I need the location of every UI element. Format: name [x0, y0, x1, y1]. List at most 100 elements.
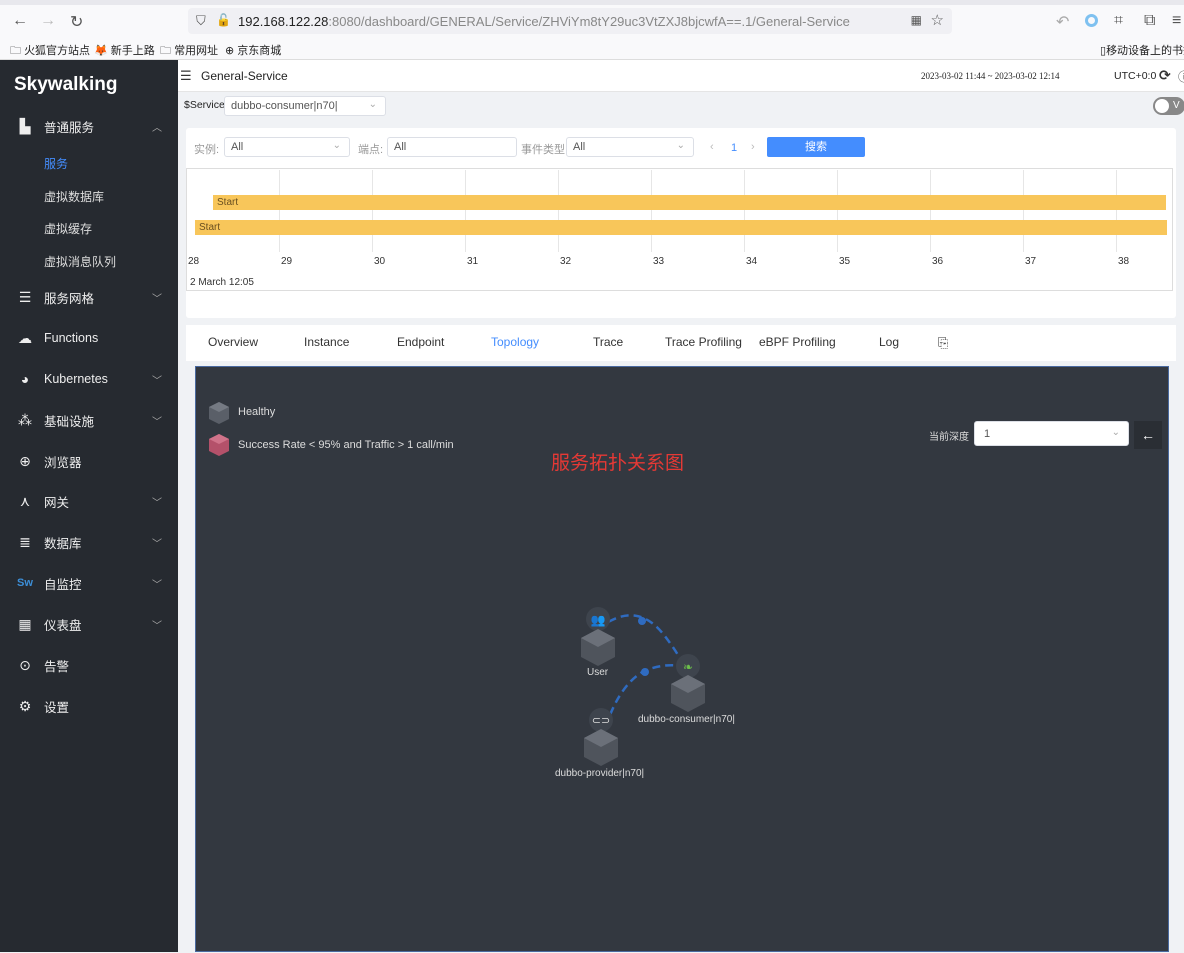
svg-text:❧: ❧ — [683, 660, 693, 674]
bookmark-item[interactable]: 🦊 新手上路 — [94, 42, 155, 58]
url-host: 192.168.122.28 — [238, 14, 329, 29]
gridline — [1116, 170, 1117, 252]
bookmark-item[interactable]: 🗀 火狐官方站点 — [10, 42, 90, 61]
gridline — [837, 170, 838, 252]
sidebar-item-8[interactable]: Sw 自监控 ﹀ — [0, 568, 178, 598]
endpoint-label: 端点: — [358, 144, 384, 156]
bookmark-item[interactable]: ⊕ 京东商城 — [225, 42, 281, 58]
node-dubbo-consumer[interactable]: ❧ — [671, 654, 705, 712]
sw-icon: Sw — [17, 577, 33, 589]
sidebar-item-5[interactable]: ⊕ 浏览器 — [0, 446, 178, 476]
sidebar-item-label: Kubernetes — [44, 372, 108, 386]
dashboard-icon: ▦ — [18, 615, 32, 632]
sidebar-item-0[interactable]: ▙ 普通服务 ︿ — [0, 111, 178, 141]
tick-label: 37 — [1025, 256, 1037, 267]
tab-log[interactable]: Log — [879, 335, 899, 349]
address-bar[interactable]: ⛉ 🔓 192.168.122.28:8080/dashboard/GENERA… — [188, 8, 952, 34]
node-label-user: User — [587, 667, 609, 678]
sidebar-subitem[interactable]: 虚拟数据库 — [44, 188, 104, 205]
dashboard-tabs: Overview Instance Endpoint Topology Trace Tra… — [186, 325, 1176, 361]
sidebar-item-7[interactable]: ≣ 数据库 ﹀ — [0, 527, 178, 557]
event-bar[interactable]: Start — [213, 195, 1166, 210]
tick-label: 30 — [374, 256, 386, 267]
tick-label: 32 — [560, 256, 572, 267]
sidebar-item-label: 告警 — [44, 659, 70, 674]
tab-endpoint[interactable]: Endpoint — [397, 335, 444, 349]
info-icon[interactable]: ⓘ — [1178, 68, 1184, 85]
qr-code-icon[interactable]: ▦ — [911, 13, 922, 27]
tick-label: 33 — [653, 256, 665, 267]
sidebar-subitem[interactable]: 服务 — [44, 155, 68, 172]
node-label-consumer: dubbo-consumer|n70| — [638, 714, 735, 725]
endpoint-input[interactable]: All — [387, 137, 517, 157]
sidebar-item-3[interactable]: ◕ Kubernetes ﹀ — [0, 364, 178, 394]
back-icon[interactable]: ← — [12, 12, 28, 30]
tick-label: 34 — [746, 256, 758, 267]
sidebar-item-label: 设置 — [44, 700, 70, 715]
page-number[interactable]: 1 — [731, 142, 737, 154]
service-select[interactable]: dubbo-consumer|n70| ⌄ — [224, 96, 386, 116]
star-icon[interactable]: ☆ — [931, 11, 944, 29]
gridline — [930, 170, 931, 252]
page-title: General-Service — [201, 69, 288, 83]
bookmark-item[interactable]: 🗀 常用网址 — [160, 42, 218, 61]
crop-icon[interactable]: ⌗ — [1114, 12, 1123, 30]
chevron-down-icon: ﹀ — [152, 293, 162, 305]
gridline — [651, 170, 652, 252]
node-dubbo-provider[interactable]: ⊂⊃ — [584, 708, 618, 766]
sidebar-item-label: Functions — [44, 331, 99, 345]
timeline-date: 2 March 12:05 — [190, 277, 254, 288]
chevron-down-icon: ﹀ — [152, 538, 162, 550]
reload-icon[interactable]: ↻ — [70, 12, 83, 32]
time-range[interactable]: 2023-03-02 11:44 ~ 2023-03-02 12:14 — [921, 71, 1060, 81]
sidebar-item-6[interactable]: ⋏ 网关 ﹀ — [0, 486, 178, 516]
chevron-up-icon: ︿ — [152, 122, 162, 134]
sidebar-item-11[interactable]: ⚙ 设置 — [0, 691, 178, 721]
gridline — [372, 170, 373, 252]
sidebar-item-label: 普通服务 — [44, 120, 95, 135]
menu-icon[interactable]: ≡ — [1172, 12, 1181, 30]
prev-page-icon[interactable]: ‹ — [710, 141, 714, 153]
extensions-icon[interactable]: ⧉ — [1144, 12, 1155, 30]
timezone: UTC+0:0 — [1114, 70, 1157, 82]
sidebar-item-4[interactable]: ⁂ 基础设施 ﹀ — [0, 405, 178, 435]
tab-topology[interactable]: Topology — [491, 335, 539, 349]
tab-trace[interactable]: Trace — [593, 335, 623, 349]
topology-panel: Healthy Success Rate < 95% and Traffic >… — [195, 366, 1169, 952]
sidebar-item-label: 基础设施 — [44, 414, 95, 429]
tab-trace-profiling[interactable]: Trace Profiling — [665, 335, 742, 349]
gridline — [558, 170, 559, 252]
event-type-label: 事件类型: — [521, 144, 569, 156]
sidebar-item-2[interactable]: ☁ Functions — [0, 323, 178, 353]
search-button[interactable]: 搜索 — [767, 137, 865, 157]
sidebar-item-9[interactable]: ▦ 仪表盘 ﹀ — [0, 609, 178, 639]
sidebar-item-10[interactable]: ⊙ 告警 — [0, 650, 178, 680]
chevron-down-icon: ﹀ — [152, 375, 162, 387]
node-user[interactable]: 👥 — [581, 607, 615, 666]
collapse-menu-icon[interactable]: ☰ — [180, 68, 192, 84]
sidebar-item-label: 自监控 — [44, 577, 82, 592]
event-type-select[interactable]: All ⌄ — [566, 137, 694, 157]
view-toggle[interactable]: V — [1153, 97, 1184, 115]
mobile-bookmarks[interactable]: ▯移动设备上的书签 — [1100, 42, 1184, 58]
instance-select[interactable]: All ⌄ — [224, 137, 350, 157]
forward-icon[interactable]: → — [40, 12, 56, 30]
extension-icon[interactable] — [1085, 14, 1098, 27]
cloud-icon: ☁ — [18, 329, 32, 346]
tab-ebpf-profiling[interactable]: eBPF Profiling — [759, 335, 836, 349]
chevron-down-icon: ⌄ — [368, 99, 377, 110]
refresh-icon[interactable]: ⟳ — [1159, 67, 1171, 84]
tab-instance[interactable]: Instance — [304, 335, 349, 349]
tab-overview[interactable]: Overview — [208, 335, 258, 349]
tab-strip — [0, 0, 1184, 5]
undo-icon[interactable]: ↶ — [1056, 12, 1069, 32]
sidebar-item-1[interactable]: ☰ 服务网格 ﹀ — [0, 282, 178, 312]
sidebar-subitem[interactable]: 虚拟消息队列 — [44, 253, 116, 270]
copy-icon[interactable]: ⎘ — [938, 335, 948, 351]
next-page-icon[interactable]: › — [751, 141, 755, 153]
sidebar-subitem[interactable]: 虚拟缓存 — [44, 220, 92, 237]
tick-label: 38 — [1118, 256, 1130, 267]
event-bar[interactable]: Start — [195, 220, 1167, 235]
edge-dot — [641, 668, 649, 676]
topology-graph: 👥 ❧ ⊂⊃ — [581, 607, 705, 766]
